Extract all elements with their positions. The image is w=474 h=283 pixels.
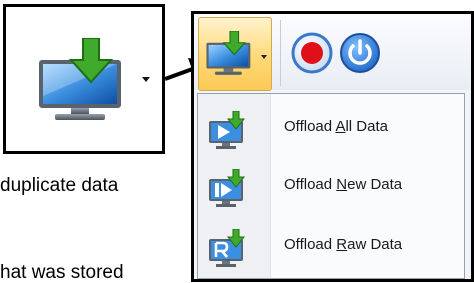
record-icon[interactable] [291, 32, 333, 74]
offload-all-icon [209, 111, 246, 149]
menu-item-offload-raw[interactable]: Offload Raw Data [198, 218, 464, 274]
toolbar-separator [280, 20, 281, 86]
menu-item-label: Offload Raw Data [284, 236, 403, 253]
offload-new-icon [209, 169, 246, 207]
offload-raw-icon [209, 229, 246, 267]
offload-menu: Offload All Data Offload New Data Offloa… [197, 93, 465, 279]
offload-dropdown-button[interactable] [198, 17, 272, 91]
power-icon[interactable] [339, 32, 381, 74]
menu-item-label: Offload All Data [284, 118, 388, 135]
menu-item-offload-all[interactable]: Offload All Data [198, 100, 464, 156]
dropdown-caret-icon [261, 55, 267, 59]
menu-item-label: Offload New Data [284, 176, 403, 193]
monitor-download-icon [206, 31, 251, 75]
app-panel: Offload All Data Offload New Data Offloa… [191, 11, 474, 282]
toolbar [194, 14, 471, 91]
menu-item-offload-new[interactable]: Offload New Data [198, 158, 464, 214]
